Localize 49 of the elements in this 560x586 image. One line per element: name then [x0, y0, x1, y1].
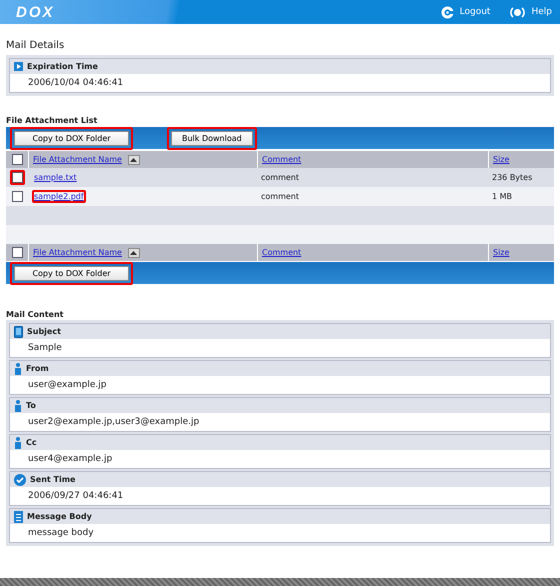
- section-title: Mail Details: [5, 40, 66, 51]
- field-label: Cc: [26, 438, 37, 447]
- table-cell-text: comment: [260, 173, 300, 182]
- column-header-link[interactable]: Comment: [262, 155, 302, 164]
- field-value: user2@example.jp,user3@example.jp: [27, 416, 200, 429]
- person-icon: [14, 436, 22, 448]
- table-cell-text: comment: [260, 192, 300, 201]
- file-link[interactable]: sample.txt: [34, 173, 77, 182]
- logout-link[interactable]: Logout: [440, 6, 490, 18]
- section-title: Mail Content: [5, 310, 64, 319]
- field-label: Expiration Time: [27, 62, 98, 71]
- column-header-link[interactable]: Size: [493, 248, 510, 257]
- field-value: Sample: [27, 342, 63, 355]
- power-icon: [440, 6, 454, 18]
- document-icon: [14, 510, 23, 522]
- field-value: 2006/10/04 04:46:41: [27, 77, 124, 90]
- field-label: From: [26, 364, 49, 373]
- play-icon: [14, 62, 23, 71]
- column-header-link[interactable]: File Attachment Name: [33, 248, 122, 257]
- sort-icon[interactable]: [128, 154, 140, 164]
- help-link[interactable]: Help: [510, 6, 552, 18]
- download-button[interactable]: Bulk Download: [171, 130, 253, 146]
- field-value: user@example.jp: [27, 379, 108, 392]
- field-value: user4@example.jp: [27, 453, 114, 466]
- table-cell-text: 236 Bytes: [491, 173, 534, 182]
- person-icon: [14, 400, 22, 412]
- row-checkbox[interactable]: [12, 191, 22, 202]
- person-icon: [14, 362, 22, 374]
- help-icon: [510, 6, 526, 18]
- section-title: File Attachment List: [5, 116, 98, 125]
- table-cell-text: 1 MB: [491, 192, 514, 201]
- field-label: Subject: [27, 327, 61, 336]
- select-all-checkbox[interactable]: [12, 154, 22, 165]
- select-all-checkbox[interactable]: [12, 247, 22, 258]
- field-value: message body: [27, 527, 95, 540]
- copy-button[interactable]: Copy to DOX Folder: [14, 130, 129, 146]
- column-header-link[interactable]: File Attachment Name: [33, 155, 122, 164]
- field-value: 2006/09/27 04:46:41: [27, 490, 124, 503]
- sort-icon[interactable]: [128, 248, 140, 258]
- field-label: To: [26, 401, 36, 410]
- column-header-link[interactable]: Comment: [262, 248, 302, 257]
- field-label: Sent Time: [30, 475, 76, 484]
- file-link[interactable]: sample2.pdf: [34, 192, 84, 201]
- copy-button[interactable]: Copy to DOX Folder: [14, 266, 129, 280]
- phone-icon: [14, 326, 23, 338]
- column-header-link[interactable]: Size: [493, 155, 510, 164]
- field-label: Message Body: [27, 512, 92, 521]
- check-badge-icon: [14, 474, 26, 486]
- logo: DOX: [16, 4, 55, 20]
